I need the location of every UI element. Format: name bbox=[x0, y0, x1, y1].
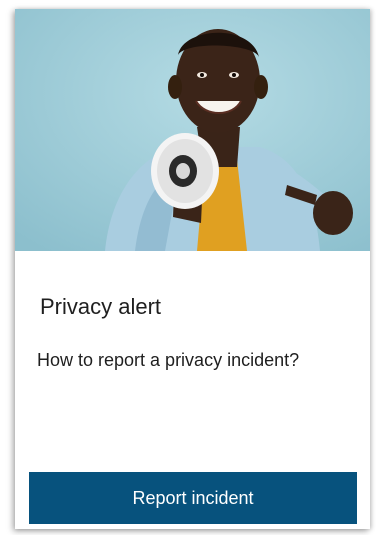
report-incident-button[interactable]: Report incident bbox=[29, 472, 357, 524]
hero-image bbox=[15, 9, 370, 251]
privacy-alert-card: Privacy alert How to report a privacy in… bbox=[15, 9, 370, 529]
card-question: How to report a privacy incident? bbox=[37, 350, 300, 370]
card-title: Privacy alert bbox=[40, 294, 162, 319]
